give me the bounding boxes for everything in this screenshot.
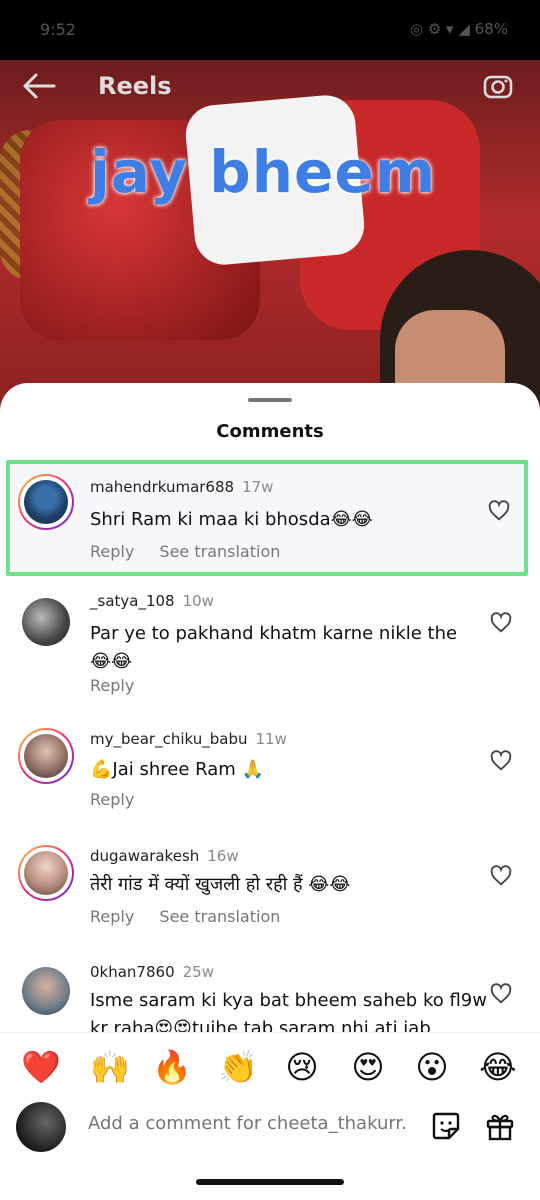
comment-username[interactable]: my_bear_chiku_babu 11w xyxy=(90,730,287,748)
comment-username[interactable]: dugawarakesh 16w xyxy=(90,847,239,865)
reply-button[interactable]: Reply xyxy=(90,907,134,926)
status-bar: 9:52 ◎ ⚙ ▾ ◢ 68% xyxy=(0,0,540,60)
comment-actions: Reply See translation xyxy=(90,907,300,926)
camera-icon[interactable] xyxy=(482,70,514,102)
avatar[interactable] xyxy=(18,728,74,784)
see-translation-button[interactable]: See translation xyxy=(159,542,280,561)
heart-icon[interactable] xyxy=(490,983,512,1005)
sheet-drag-handle[interactable] xyxy=(248,398,292,402)
emoji-heart-eyes[interactable]: 😍 xyxy=(346,1047,390,1087)
comment-username[interactable]: 0khan7860 25w xyxy=(90,963,214,981)
comment-item: mahendrkumar688 17w Shri Ram ki maa ki bh… xyxy=(6,460,528,576)
emoji-cry[interactable]: 😢 xyxy=(280,1047,324,1087)
emoji-heart[interactable]: ❤️ xyxy=(19,1047,63,1087)
avatar[interactable] xyxy=(18,845,74,901)
comment-input[interactable] xyxy=(86,1112,410,1135)
home-indicator[interactable] xyxy=(196,1179,344,1185)
comment-text: Par ye to pakhand khatm karne nikle the😂… xyxy=(90,623,458,672)
comment-text: तेरी गांड में क्यों खुजली हो रही हैं 😂😂 xyxy=(90,874,351,895)
reply-button[interactable]: Reply xyxy=(90,676,134,695)
heart-icon[interactable] xyxy=(488,500,510,522)
emoji-quick-reactions: ❤️ 🙌 🔥 👏 😢 😍 😮 😂 xyxy=(0,1032,540,1101)
avatar[interactable] xyxy=(18,474,74,530)
emoji-surprised[interactable]: 😮 xyxy=(410,1047,454,1087)
comment-username[interactable]: _satya_108 10w xyxy=(90,592,214,610)
reply-button[interactable]: Reply xyxy=(90,542,134,561)
avatar[interactable] xyxy=(16,1102,66,1152)
comment-item: _satya_108 10w Par ye to pakhand khatm ka… xyxy=(0,588,540,708)
heart-icon[interactable] xyxy=(490,612,512,634)
sticker-icon[interactable] xyxy=(430,1110,462,1142)
status-icons: ◎ ⚙ ▾ ◢ 68% xyxy=(409,20,508,38)
sheet-title: Comments xyxy=(216,421,324,442)
video-overlay-text: jay bheem xyxy=(90,138,437,206)
comment-text: Shri Ram ki maa ki bhosda😂😂 xyxy=(90,509,373,530)
heart-icon[interactable] xyxy=(490,750,512,772)
emoji-clap[interactable]: 👏 xyxy=(216,1047,260,1087)
reel-video[interactable]: jay bheem xyxy=(0,60,540,420)
avatar[interactable] xyxy=(18,594,74,650)
see-translation-button[interactable]: See translation xyxy=(159,907,280,926)
comment-item: my_bear_chiku_babu 11w 💪Jai shree Ram 🙏 R… xyxy=(0,726,540,826)
emoji-laugh[interactable]: 😂 xyxy=(476,1047,520,1087)
heart-icon[interactable] xyxy=(490,865,512,887)
comment-actions: Reply See translation xyxy=(90,542,300,561)
avatar[interactable] xyxy=(18,963,74,1019)
comment-username[interactable]: mahendrkumar688 17w xyxy=(90,478,273,496)
emoji-raised-hands[interactable]: 🙌 xyxy=(88,1047,132,1087)
reply-button[interactable]: Reply xyxy=(90,790,134,809)
system-nav-bar xyxy=(0,1160,540,1200)
comment-actions: Reply xyxy=(90,790,154,809)
status-time: 9:52 xyxy=(40,20,76,39)
comment-composer xyxy=(0,1100,540,1155)
comment-item: 0khan7860 25w Isme saram ki kya bat bheem… xyxy=(0,961,540,1041)
emoji-fire[interactable]: 🔥 xyxy=(150,1047,194,1087)
back-arrow-icon[interactable] xyxy=(22,72,56,100)
gift-icon[interactable] xyxy=(484,1110,516,1142)
top-nav: Reels xyxy=(0,60,540,112)
page-title: Reels xyxy=(98,72,172,100)
comment-item: dugawarakesh 16w तेरी गांड में क्यों खुजल… xyxy=(0,843,540,943)
comment-text: 💪Jai shree Ram 🙏 xyxy=(90,759,264,780)
comment-actions: Reply xyxy=(90,676,154,695)
